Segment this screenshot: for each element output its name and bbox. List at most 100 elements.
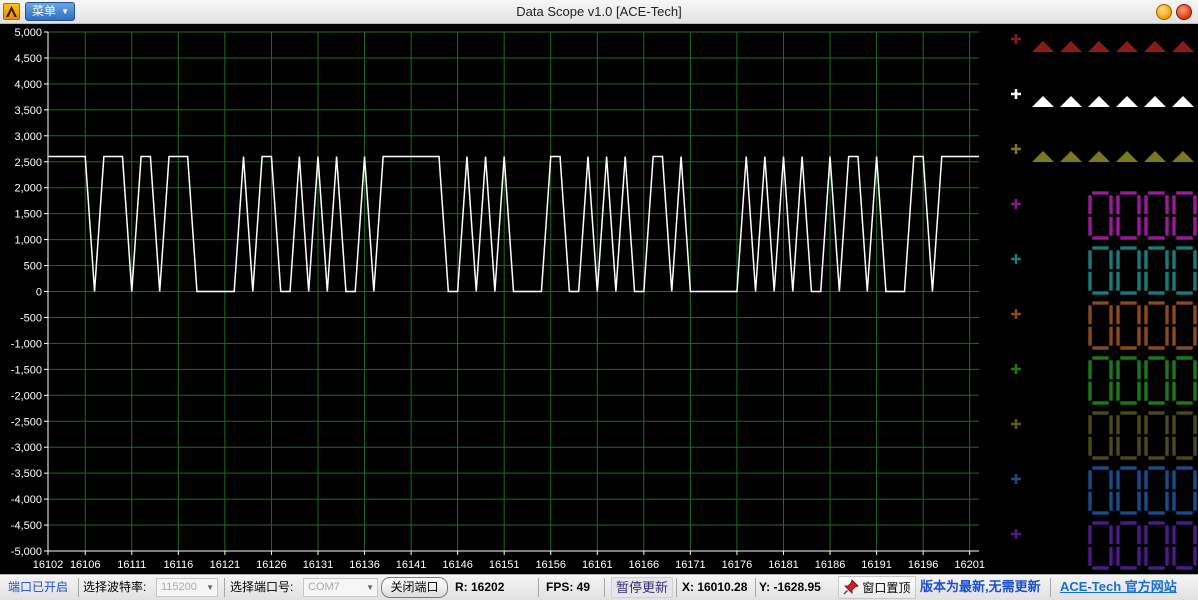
channel-toggle-icon[interactable]	[1011, 364, 1021, 374]
y-tick-label: 5,000	[14, 27, 42, 39]
channel-indicators: 0000000000000000000000000000	[1011, 34, 1198, 571]
channel-toggle-icon[interactable]	[1011, 474, 1021, 484]
channel-toggle-icon[interactable]	[1011, 529, 1021, 539]
seven-segment-digit: 0	[1143, 190, 1170, 241]
seven-segment-digit: 0	[1171, 245, 1198, 296]
y-tick-label: 2,000	[14, 183, 42, 195]
seven-segment-digit: 0	[1143, 465, 1170, 516]
x-tick-label: 16126	[256, 559, 287, 571]
triangle-marker-icon	[1060, 41, 1082, 52]
series-line	[48, 155, 979, 293]
x-tick-label: 16176	[722, 559, 753, 571]
website-link[interactable]: ACE-Tech 官方网站	[1060, 575, 1177, 600]
baud-rate-value: 115200	[161, 581, 197, 593]
y-coordinate-readout: Y: -1628.95	[759, 580, 821, 594]
y-tick-label: 4,000	[14, 79, 42, 91]
x-tick-label: 16186	[815, 559, 846, 571]
seven-segment-digit: 0	[1171, 355, 1198, 406]
y-tick-label: 2,500	[14, 157, 42, 169]
seven-segment-digit: 0	[1115, 520, 1142, 571]
seven-segment-digit: 0	[1087, 355, 1114, 406]
channel-toggle-icon[interactable]	[1011, 254, 1021, 264]
close-port-button[interactable]: 关闭端口	[381, 577, 448, 598]
x-coordinate-readout: X: 16010.28	[682, 580, 748, 594]
x-tick-label: 16196	[908, 559, 939, 571]
pause-update-button[interactable]: 暂停更新	[611, 577, 673, 598]
channel-toggle-icon[interactable]	[1011, 89, 1021, 99]
triangle-marker-icon	[1144, 41, 1166, 52]
x-tick-label: 16181	[768, 559, 799, 571]
waveform-chart[interactable]: 5,000 4,500 4,000 3,500 3,000 2,500 2,000 1,500…	[0, 24, 1000, 574]
port-number-label: 选择端口号:	[230, 580, 294, 594]
channel-toggle-icon[interactable]	[1011, 419, 1021, 429]
channel-toggle-icon[interactable]	[1011, 309, 1021, 319]
triangle-marker-icon	[1060, 151, 1082, 162]
chevron-down-icon: ▼	[206, 583, 214, 592]
port-number-value: COM7	[308, 581, 340, 593]
y-tick-label: -1,000	[11, 338, 42, 350]
baud-rate-select[interactable]: 115200 ▼	[156, 578, 218, 597]
x-tick-label: 16201	[954, 559, 985, 571]
x-tick-label: 16146	[442, 559, 473, 571]
seven-segment-digit: 0	[1171, 410, 1198, 461]
y-tick-label: -4,000	[11, 494, 42, 506]
triangle-marker-icon	[1144, 151, 1166, 162]
scope-panel: 5,000 4,500 4,000 3,500 3,000 2,500 2,000 1,500…	[0, 24, 1198, 574]
seven-segment-digit: 0	[1143, 245, 1170, 296]
triangle-marker-icon	[1172, 96, 1194, 107]
x-tick-label: 16191	[861, 559, 892, 571]
minimize-icon[interactable]	[1156, 4, 1172, 20]
pin-window-button[interactable]: 窗口置顶	[838, 576, 916, 599]
triangle-marker-icon	[1116, 96, 1138, 107]
seven-segment-digit: 0	[1171, 190, 1198, 241]
seven-segment-digit: 0	[1143, 410, 1170, 461]
separator	[538, 578, 539, 597]
channel-toggle-icon[interactable]	[1011, 144, 1021, 154]
port-number-select[interactable]: COM7 ▼	[303, 578, 378, 597]
y-tick-label: 3,000	[14, 131, 42, 143]
triangle-marker-icon	[1088, 151, 1110, 162]
seven-segment-digit: 0	[1171, 465, 1198, 516]
y-tick-label: 0	[36, 287, 42, 299]
seven-segment-digit: 0	[1143, 355, 1170, 406]
y-tick-label: -1,500	[11, 364, 42, 376]
pin-icon	[843, 579, 859, 595]
x-tick-label: 16156	[535, 559, 566, 571]
y-tick-label: 1,500	[14, 209, 42, 221]
seven-segment-digit: 0	[1087, 245, 1114, 296]
baud-rate-label: 选择波特率:	[83, 580, 147, 594]
x-tick-label: 16102	[33, 559, 64, 571]
triangle-marker-icon	[1032, 41, 1054, 52]
y-tick-label: -500	[20, 312, 42, 324]
separator	[224, 578, 225, 597]
x-tick-label: 16161	[582, 559, 613, 571]
seven-segment-digit: 0	[1087, 190, 1114, 241]
close-icon[interactable]	[1176, 4, 1192, 20]
seven-segment-digit: 0	[1171, 300, 1198, 351]
seven-segment-digit: 0	[1087, 410, 1114, 461]
separator	[1050, 578, 1051, 597]
x-tick-label: 16151	[489, 559, 520, 571]
separator	[755, 578, 756, 597]
y-tick-label: -5,000	[11, 546, 42, 558]
x-tick-label: 16121	[210, 559, 241, 571]
triangle-marker-icon	[1116, 41, 1138, 52]
seven-segment-digit: 0	[1115, 190, 1142, 241]
x-tick-label: 16141	[396, 559, 427, 571]
seven-segment-digit: 0	[1171, 520, 1198, 571]
separator	[604, 578, 605, 597]
seven-segment-digit: 0	[1087, 300, 1114, 351]
triangle-marker-icon	[1032, 151, 1054, 162]
y-tick-label: -2,000	[11, 390, 42, 402]
version-status: 版本为最新,无需更新	[920, 579, 1041, 594]
title-bar: 菜单 ▼ Data Scope v1.0 [ACE-Tech]	[0, 0, 1198, 24]
y-tick-label: -3,500	[11, 468, 42, 480]
x-tick-label: 16131	[303, 559, 334, 571]
pin-window-label: 窗口置顶	[862, 581, 911, 595]
x-tick-label: 16106	[70, 559, 101, 571]
channel-toggle-icon[interactable]	[1011, 199, 1021, 209]
channel-toggle-icon[interactable]	[1011, 34, 1021, 44]
triangle-marker-icon	[1172, 151, 1194, 162]
triangle-marker-icon	[1116, 151, 1138, 162]
triangle-marker-icon	[1088, 41, 1110, 52]
